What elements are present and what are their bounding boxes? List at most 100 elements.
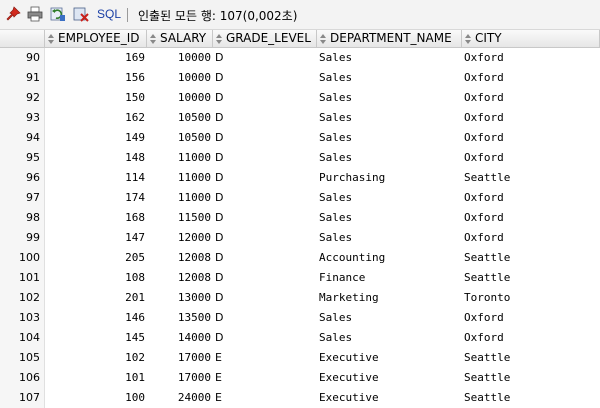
- table-row[interactable]: 98 168 11500 D Sales Oxford: [0, 208, 600, 228]
- table-row[interactable]: 95 148 11000 D Sales Oxford: [0, 148, 600, 168]
- cell-employee-id[interactable]: 108: [45, 268, 147, 288]
- cell-department-name[interactable]: Sales: [319, 108, 459, 128]
- cell-employee-id[interactable]: 101: [45, 368, 147, 388]
- cell-grade-level[interactable]: D: [215, 288, 315, 308]
- cell-grade-level[interactable]: D: [215, 128, 315, 148]
- pin-icon[interactable]: [5, 6, 21, 22]
- cell-salary[interactable]: 14000: [147, 328, 213, 348]
- cell-salary[interactable]: 17000: [147, 348, 213, 368]
- cell-city[interactable]: Oxford: [464, 128, 600, 148]
- cell-grade-level[interactable]: E: [215, 368, 315, 388]
- table-row[interactable]: 103 146 13500 D Sales Oxford: [0, 308, 600, 328]
- cell-city[interactable]: Oxford: [464, 308, 600, 328]
- column-header-city[interactable]: CITY: [462, 30, 600, 48]
- table-row[interactable]: 97 174 11000 D Sales Oxford: [0, 188, 600, 208]
- cell-department-name[interactable]: Sales: [319, 88, 459, 108]
- cell-city[interactable]: Oxford: [464, 328, 600, 348]
- cell-salary[interactable]: 12008: [147, 268, 213, 288]
- cell-city[interactable]: Oxford: [464, 148, 600, 168]
- cell-city[interactable]: Toronto: [464, 288, 600, 308]
- column-header-department-name[interactable]: DEPARTMENT_NAME: [317, 30, 462, 48]
- cell-city[interactable]: Seattle: [464, 388, 600, 408]
- cell-department-name[interactable]: Sales: [319, 328, 459, 348]
- cell-department-name[interactable]: Marketing: [319, 288, 459, 308]
- cell-city[interactable]: Seattle: [464, 348, 600, 368]
- cell-department-name[interactable]: Sales: [319, 188, 459, 208]
- cell-city[interactable]: Seattle: [464, 168, 600, 188]
- column-header-grade-level[interactable]: GRADE_LEVEL: [213, 30, 317, 48]
- cell-grade-level[interactable]: D: [215, 88, 315, 108]
- cell-department-name[interactable]: Sales: [319, 228, 459, 248]
- table-row[interactable]: 101 108 12008 D Finance Seattle: [0, 268, 600, 288]
- cell-grade-level[interactable]: D: [215, 328, 315, 348]
- cell-city[interactable]: Seattle: [464, 268, 600, 288]
- cell-department-name[interactable]: Executive: [319, 388, 459, 408]
- cell-department-name[interactable]: Accounting: [319, 248, 459, 268]
- cell-city[interactable]: Oxford: [464, 228, 600, 248]
- cell-city[interactable]: Oxford: [464, 108, 600, 128]
- table-row[interactable]: 91 156 10000 D Sales Oxford: [0, 68, 600, 88]
- cell-employee-id[interactable]: 145: [45, 328, 147, 348]
- cell-department-name[interactable]: Sales: [319, 308, 459, 328]
- table-row[interactable]: 90 169 10000 D Sales Oxford: [0, 48, 600, 68]
- cell-employee-id[interactable]: 174: [45, 188, 147, 208]
- cell-department-name[interactable]: Executive: [319, 368, 459, 388]
- cell-city[interactable]: Oxford: [464, 48, 600, 68]
- cell-grade-level[interactable]: D: [215, 48, 315, 68]
- column-header-employee-id[interactable]: EMPLOYEE_ID: [45, 30, 147, 48]
- cell-grade-level[interactable]: D: [215, 108, 315, 128]
- table-row[interactable]: 92 150 10000 D Sales Oxford: [0, 88, 600, 108]
- cell-grade-level[interactable]: D: [215, 268, 315, 288]
- cell-salary[interactable]: 11000: [147, 148, 213, 168]
- cell-salary[interactable]: 13500: [147, 308, 213, 328]
- cell-grade-level[interactable]: D: [215, 308, 315, 328]
- cell-employee-id[interactable]: 147: [45, 228, 147, 248]
- table-row[interactable]: 93 162 10500 D Sales Oxford: [0, 108, 600, 128]
- cell-salary[interactable]: 11000: [147, 168, 213, 188]
- cell-grade-level[interactable]: D: [215, 248, 315, 268]
- cell-department-name[interactable]: Sales: [319, 68, 459, 88]
- cell-city[interactable]: Seattle: [464, 368, 600, 388]
- cell-employee-id[interactable]: 102: [45, 348, 147, 368]
- cell-grade-level[interactable]: D: [215, 188, 315, 208]
- cell-department-name[interactable]: Sales: [319, 148, 459, 168]
- table-row[interactable]: 100 205 12008 D Accounting Seattle: [0, 248, 600, 268]
- cell-salary[interactable]: 11000: [147, 188, 213, 208]
- cell-salary[interactable]: 13000: [147, 288, 213, 308]
- cell-employee-id[interactable]: 205: [45, 248, 147, 268]
- cell-grade-level[interactable]: E: [215, 348, 315, 368]
- cell-city[interactable]: Oxford: [464, 208, 600, 228]
- table-row[interactable]: 96 114 11000 D Purchasing Seattle: [0, 168, 600, 188]
- export-icon[interactable]: [73, 6, 89, 22]
- cell-employee-id[interactable]: 162: [45, 108, 147, 128]
- cell-employee-id[interactable]: 169: [45, 48, 147, 68]
- cell-city[interactable]: Oxford: [464, 88, 600, 108]
- table-row[interactable]: 107 100 24000 E Executive Seattle: [0, 388, 600, 408]
- cell-grade-level[interactable]: D: [215, 228, 315, 248]
- cell-grade-level[interactable]: D: [215, 148, 315, 168]
- cell-salary[interactable]: 10000: [147, 48, 213, 68]
- cell-salary[interactable]: 11500: [147, 208, 213, 228]
- sql-button[interactable]: SQL: [97, 7, 121, 21]
- table-row[interactable]: 102 201 13000 D Marketing Toronto: [0, 288, 600, 308]
- cell-grade-level[interactable]: E: [215, 388, 315, 408]
- cell-employee-id[interactable]: 156: [45, 68, 147, 88]
- cell-grade-level[interactable]: D: [215, 208, 315, 228]
- cell-employee-id[interactable]: 148: [45, 148, 147, 168]
- table-row[interactable]: 99 147 12000 D Sales Oxford: [0, 228, 600, 248]
- cell-city[interactable]: Oxford: [464, 68, 600, 88]
- cell-city[interactable]: Oxford: [464, 188, 600, 208]
- cell-department-name[interactable]: Executive: [319, 348, 459, 368]
- cell-salary[interactable]: 17000: [147, 368, 213, 388]
- cell-salary[interactable]: 12008: [147, 248, 213, 268]
- cell-employee-id[interactable]: 114: [45, 168, 147, 188]
- cell-employee-id[interactable]: 168: [45, 208, 147, 228]
- cell-department-name[interactable]: Sales: [319, 208, 459, 228]
- cell-city[interactable]: Seattle: [464, 248, 600, 268]
- table-row[interactable]: 94 149 10500 D Sales Oxford: [0, 128, 600, 148]
- cell-salary[interactable]: 10500: [147, 128, 213, 148]
- column-header-salary[interactable]: SALARY: [147, 30, 213, 48]
- cell-department-name[interactable]: Sales: [319, 128, 459, 148]
- cell-grade-level[interactable]: D: [215, 168, 315, 188]
- cell-employee-id[interactable]: 201: [45, 288, 147, 308]
